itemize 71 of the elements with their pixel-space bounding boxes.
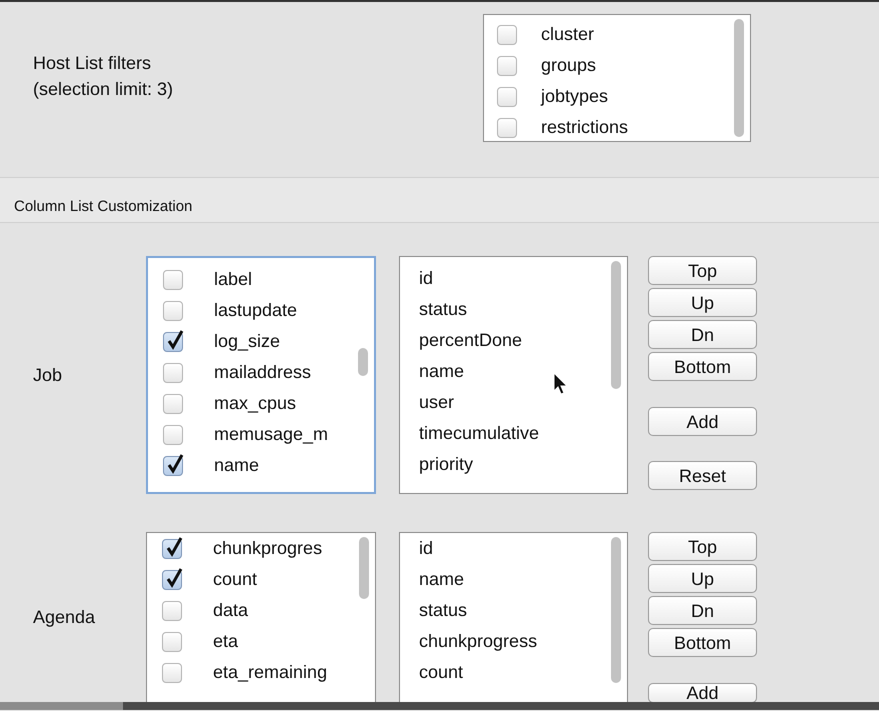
checkbox-label: groups: [541, 54, 596, 77]
scrollbar[interactable]: [611, 261, 621, 389]
checkbox-label: data: [213, 599, 248, 622]
checkbox-label: max_cpus: [214, 392, 296, 415]
horizontal-scrollbar[interactable]: [0, 702, 879, 710]
checkbox[interactable]: [162, 632, 182, 652]
checkbox[interactable]: [162, 538, 182, 558]
move-button[interactable]: Top: [648, 532, 757, 561]
move-button[interactable]: Top: [648, 256, 757, 285]
checkbox[interactable]: [163, 456, 183, 476]
list-item[interactable]: timecumulative: [400, 418, 627, 449]
list-item[interactable]: percentDone: [400, 325, 627, 356]
section-title: Column List Customization: [13, 197, 194, 217]
column-list[interactable]: id status percentDone name user timecumulative priority: [399, 256, 628, 494]
checkbox[interactable]: [163, 424, 183, 444]
checkbox[interactable]: [163, 362, 183, 382]
checkbox-label: jobtypes: [541, 85, 608, 108]
move-button[interactable]: Bottom: [648, 352, 757, 381]
checkbox[interactable]: [163, 394, 183, 414]
row-label: Job: [33, 364, 62, 386]
checkbox[interactable]: [497, 56, 517, 76]
scrollbar[interactable]: [611, 537, 621, 683]
checkbox-label: name: [214, 454, 260, 477]
list-item[interactable]: status: [400, 595, 627, 626]
checkbox-label: cluster: [541, 23, 594, 46]
scrollbar[interactable]: [734, 19, 744, 137]
column-list[interactable]: id name status chunkprogress count: [399, 532, 628, 702]
checkbox[interactable]: [162, 570, 182, 590]
list-item[interactable]: user: [400, 387, 627, 418]
checkbox-label: chunkprogres: [213, 537, 322, 560]
checkbox[interactable]: [163, 300, 183, 320]
action-button[interactable]: Reset: [648, 461, 757, 490]
checkbox[interactable]: [497, 118, 517, 138]
checkbox-label: eta: [213, 630, 238, 653]
filter-label: (selection limit: 3): [33, 78, 174, 101]
list-item[interactable]: name: [400, 356, 627, 387]
list-item[interactable]: count: [400, 657, 627, 688]
checkbox[interactable]: [497, 24, 517, 44]
move-button[interactable]: Bottom: [648, 628, 757, 657]
list-item[interactable]: chunkprogress: [400, 626, 627, 657]
checkbox-label: eta_remaining: [213, 661, 328, 684]
move-button[interactable]: Up: [648, 288, 757, 317]
checkbox[interactable]: [162, 600, 182, 620]
scrollbar[interactable]: [358, 348, 368, 376]
action-button[interactable]: Add: [648, 683, 757, 702]
checkbox[interactable]: [497, 86, 517, 106]
list-item[interactable]: id: [400, 263, 627, 294]
list-item[interactable]: name: [400, 564, 627, 595]
row-label: Agenda: [33, 606, 96, 629]
filter-list[interactable]: cluster groups jobtypes restrictions: [483, 14, 751, 142]
checkbox[interactable]: [162, 662, 182, 682]
checkbox-label: memusage_m: [214, 423, 328, 446]
list-item[interactable]: id: [400, 533, 627, 564]
checkbox-label: mailaddress: [214, 361, 312, 384]
column-checklist[interactable]: label lastupdate log_size mailaddress max_cpus memusage_m name: [146, 256, 376, 494]
list-item[interactable]: priority: [400, 449, 627, 480]
checkbox[interactable]: [163, 332, 183, 352]
move-button[interactable]: Up: [648, 564, 757, 593]
filter-label: Host List filters: [33, 52, 152, 75]
action-button[interactable]: Add: [648, 407, 757, 436]
column-checklist[interactable]: chunkprogres count data eta eta_remaining: [146, 532, 376, 702]
move-button[interactable]: Dn: [648, 596, 757, 625]
checkbox-label: label: [214, 268, 252, 291]
list-item[interactable]: status: [400, 294, 627, 325]
scrollbar[interactable]: [359, 537, 369, 599]
checkbox-label: log_size: [214, 330, 280, 353]
checkbox-label: count: [213, 568, 258, 591]
checkbox-label: lastupdate: [214, 299, 298, 322]
checkbox[interactable]: [163, 270, 183, 290]
checkbox-label: restrictions: [541, 116, 628, 139]
move-button[interactable]: Dn: [648, 320, 757, 349]
